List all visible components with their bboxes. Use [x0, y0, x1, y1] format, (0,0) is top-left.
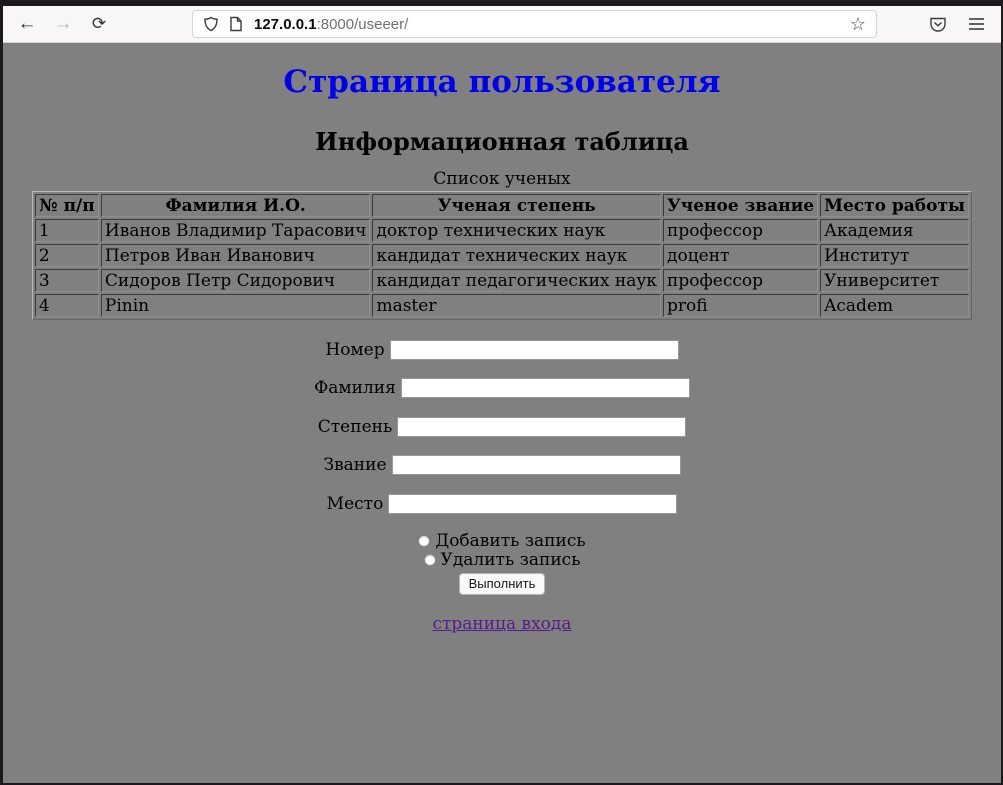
- browser-toolbar: ← → ⟳ 127.0.0.1:8000/useeer/ ☆: [3, 6, 1001, 43]
- table-cell: Университет: [820, 269, 969, 292]
- page-viewport: Страница пользователя Информационная таб…: [3, 43, 1001, 783]
- menu-icon[interactable]: [968, 17, 985, 31]
- table-cell: Академия: [820, 219, 969, 242]
- url-text[interactable]: 127.0.0.1:8000/useeer/: [254, 16, 408, 33]
- submit-row: Выполнить: [3, 573, 1001, 595]
- add-record-radio-label: Добавить запись: [435, 531, 585, 551]
- degree-input[interactable]: [397, 417, 686, 437]
- rank-label: Звание: [323, 455, 386, 475]
- surname-input[interactable]: [401, 378, 690, 398]
- column-header: Ученое звание: [663, 194, 818, 217]
- table-cell: profi: [663, 294, 818, 317]
- shield-icon[interactable]: [203, 16, 219, 32]
- scientists-table: № п/пФамилия И.О.Ученая степеньУченое зв…: [32, 191, 972, 320]
- table-cell: профессор: [663, 269, 818, 292]
- rank-input[interactable]: [392, 455, 681, 475]
- table-caption: Список ученых: [3, 169, 1001, 189]
- column-header: Фамилия И.О.: [101, 194, 371, 217]
- page-info-icon[interactable]: [229, 16, 243, 32]
- delete-record-radio-label: Удалить запись: [441, 550, 581, 570]
- number-field-row: Номер: [3, 339, 1001, 360]
- page-title: Страница пользователя: [3, 64, 1001, 100]
- table-row: 3Сидоров Петр Сидоровичкандидат педагоги…: [35, 269, 969, 292]
- pocket-icon[interactable]: [929, 16, 947, 33]
- place-input[interactable]: [388, 494, 677, 514]
- table-cell: доцент: [663, 244, 818, 267]
- table-cell: Институт: [820, 244, 969, 267]
- table-cell: Петров Иван Иванович: [101, 244, 371, 267]
- url-bar[interactable]: 127.0.0.1:8000/useeer/ ☆: [192, 10, 877, 38]
- table-cell: 4: [35, 294, 99, 317]
- table-cell: доктор технических наук: [372, 219, 661, 242]
- record-form: Номер Фамилия Степень Звание Место Добавить …: [3, 339, 1001, 634]
- place-field-row: Место: [3, 493, 1001, 514]
- add-record-radio-option[interactable]: Добавить запись: [3, 532, 1001, 551]
- form-radios: Добавить записьУдалить запись: [3, 532, 1001, 570]
- table-cell: Academ: [820, 294, 969, 317]
- table-header-row: № п/пФамилия И.О.Ученая степеньУченое зв…: [35, 194, 969, 217]
- surname-field-row: Фамилия: [3, 378, 1001, 399]
- execute-button[interactable]: Выполнить: [459, 573, 546, 595]
- login-page-link[interactable]: страница входа: [432, 614, 571, 634]
- back-icon[interactable]: ←: [17, 14, 37, 34]
- browser-window: ← → ⟳ 127.0.0.1:8000/useeer/ ☆: [3, 6, 1001, 783]
- reload-icon[interactable]: ⟳: [89, 14, 109, 34]
- table-cell: кандидат педагогических наук: [372, 269, 661, 292]
- column-header: Место работы: [820, 194, 969, 217]
- table-row: 2Петров Иван Ивановичкандидат технически…: [35, 244, 969, 267]
- column-header: № п/п: [35, 194, 99, 217]
- number-input[interactable]: [390, 340, 679, 360]
- table-row: 1Иванов Владимир Тарасовичдоктор техниче…: [35, 219, 969, 242]
- bookmark-star-icon[interactable]: ☆: [850, 14, 866, 35]
- form-fields: Номер Фамилия Степень Звание Место: [3, 339, 1001, 514]
- surname-label: Фамилия: [314, 378, 396, 398]
- nav-buttons: ← → ⟳: [3, 14, 123, 34]
- window-frame: ← → ⟳ 127.0.0.1:8000/useeer/ ☆: [0, 0, 1003, 785]
- table-row: 4PininmasterprofiAcadem: [35, 294, 969, 317]
- table-cell: Сидоров Петр Сидорович: [101, 269, 371, 292]
- column-header: Ученая степень: [372, 194, 661, 217]
- table-cell: master: [372, 294, 661, 317]
- table-cell: 3: [35, 269, 99, 292]
- toolbar-right-icons: [929, 16, 1001, 33]
- rank-field-row: Звание: [3, 455, 1001, 476]
- forward-icon[interactable]: →: [53, 14, 73, 34]
- url-domain: 127.0.0.1: [254, 16, 317, 33]
- table-cell: Иванов Владимир Тарасович: [101, 219, 371, 242]
- add-record-radio-button[interactable]: [418, 535, 430, 547]
- degree-field-row: Степень: [3, 416, 1001, 437]
- table-cell: профессор: [663, 219, 818, 242]
- number-label: Номер: [325, 340, 384, 360]
- page-subtitle: Информационная таблица: [3, 127, 1001, 156]
- link-row: страница входа: [3, 614, 1001, 634]
- delete-record-radio-button[interactable]: [424, 554, 436, 566]
- delete-record-radio-option[interactable]: Удалить запись: [3, 551, 1001, 570]
- table-body: 1Иванов Владимир Тарасовичдоктор техниче…: [35, 219, 969, 317]
- table-cell: 2: [35, 244, 99, 267]
- table-cell: 1: [35, 219, 99, 242]
- table-cell: Pinin: [101, 294, 371, 317]
- place-label: Место: [327, 494, 384, 514]
- degree-label: Степень: [318, 417, 392, 437]
- url-path: :8000/useeer/: [317, 16, 409, 33]
- table-cell: кандидат технических наук: [372, 244, 661, 267]
